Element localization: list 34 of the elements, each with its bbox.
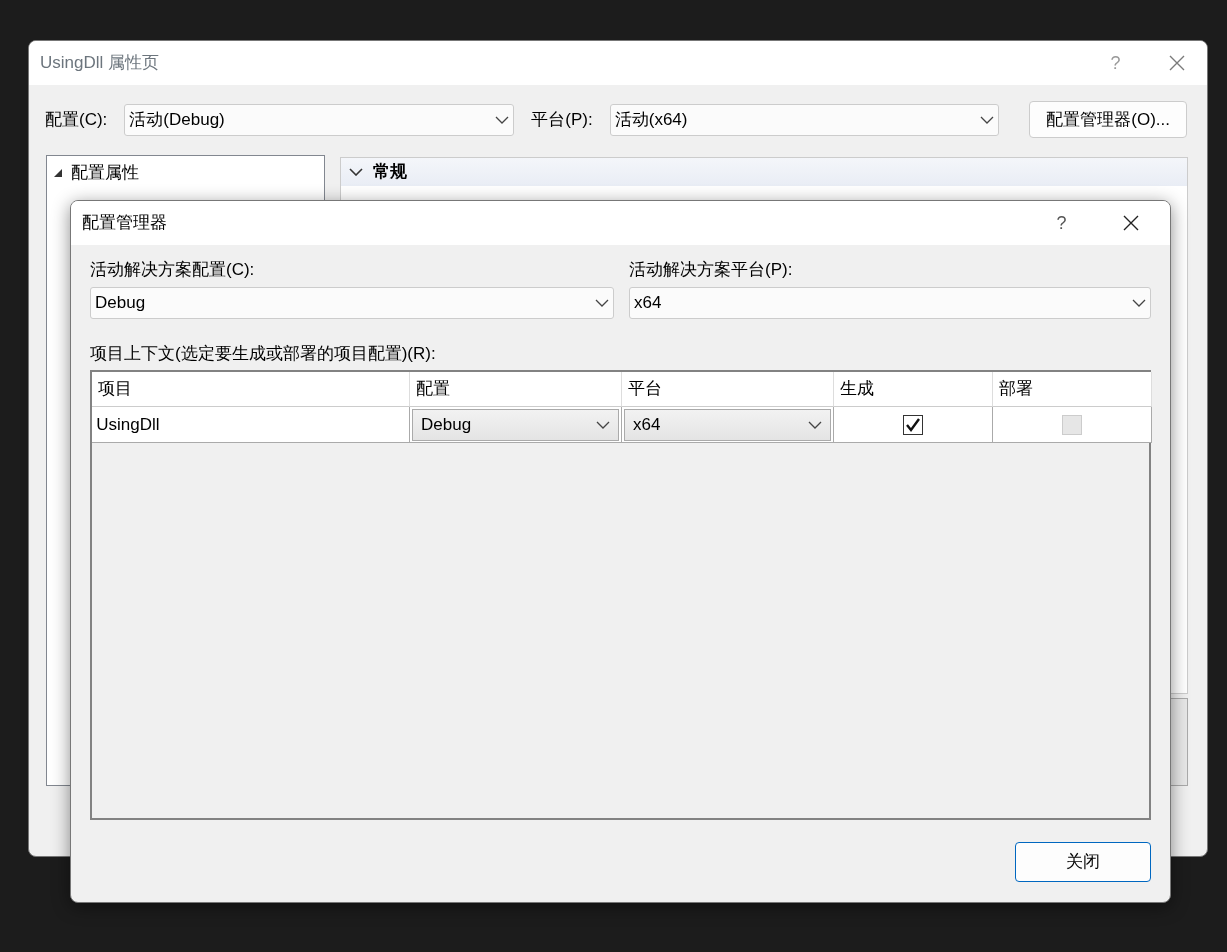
chevron-down-icon [596, 420, 610, 429]
column-header: 生成 [834, 372, 993, 407]
dropdown[interactable]: 活动(Debug) [124, 103, 515, 136]
column-header: 部署 [993, 372, 1152, 407]
chevron-down-icon [595, 298, 609, 307]
field-label: 平台(P): [531, 108, 593, 131]
chevron-down-icon [979, 115, 994, 124]
column-header: 项目 [92, 372, 410, 407]
collapse-arrow-icon[interactable] [53, 167, 63, 178]
dialog-title: 配置管理器 [82, 212, 168, 235]
chevron-down-icon [808, 420, 822, 429]
field-label: 活动解决方案配置(C): [90, 259, 256, 281]
chevron-down-icon [495, 115, 510, 124]
dropdown[interactable]: x64 [624, 408, 831, 441]
checkbox[interactable] [903, 414, 923, 435]
configuration-manager-button[interactable]: 配置管理器(O)... [1029, 101, 1187, 138]
close-button[interactable]: 关闭 [1015, 842, 1151, 882]
table-label: 项目上下文(选定要生成或部署的项目配置)(R): [90, 342, 436, 365]
chevron-down-icon [1132, 298, 1146, 307]
category-header: 常规 [373, 161, 407, 184]
collapse-chevron-icon[interactable] [349, 168, 363, 176]
window-title: UsingDll 属性页 [40, 52, 161, 75]
dropdown[interactable]: x64 [629, 286, 1151, 319]
table-cell-text: UsingDll [95, 413, 160, 436]
field-label: 配置(C): [45, 108, 108, 131]
dropdown[interactable]: Debug [90, 286, 614, 319]
dropdown[interactable]: 活动(x64) [609, 103, 999, 136]
tree-item[interactable]: 配置属性 [71, 160, 139, 186]
close-icon[interactable] [1123, 215, 1139, 231]
dropdown[interactable]: Debug [412, 408, 619, 441]
field-label: 活动解决方案平台(P): [629, 259, 794, 281]
column-header: 配置 [410, 372, 622, 407]
column-header: 平台 [622, 372, 834, 407]
help-button[interactable]: ? [1039, 207, 1084, 239]
